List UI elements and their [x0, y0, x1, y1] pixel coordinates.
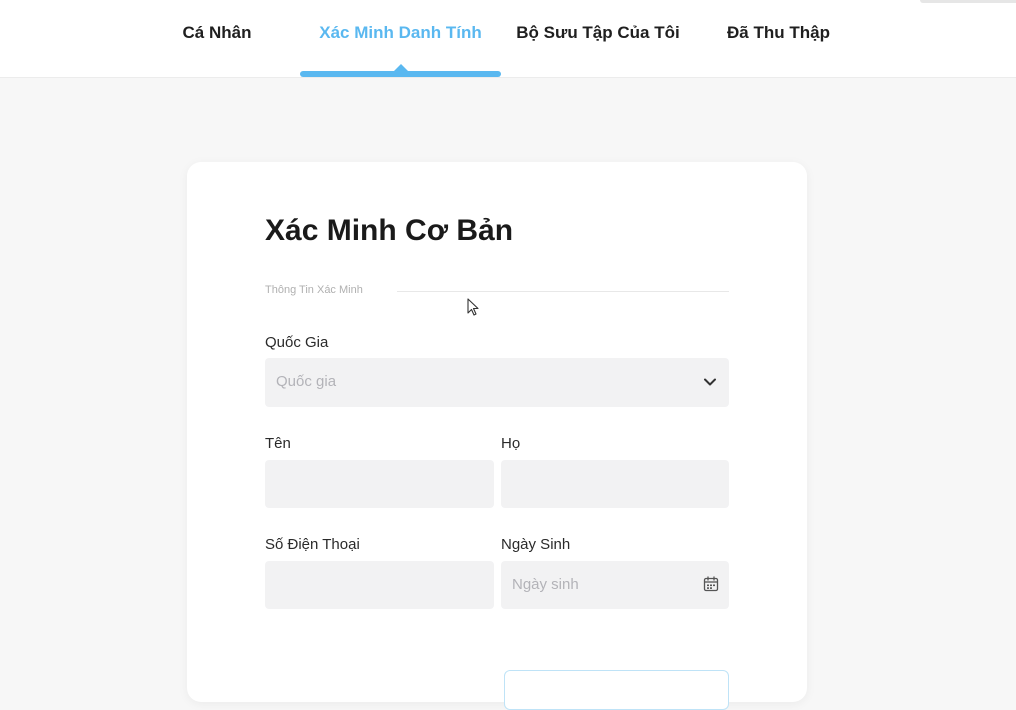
birthday-field[interactable]: Ngày sinh [501, 561, 729, 609]
tab-collected[interactable]: Đã Thu Thập [712, 20, 845, 46]
first-name-field[interactable] [265, 460, 494, 508]
last-name-label: Họ [501, 435, 521, 452]
first-name-label: Tên [265, 435, 291, 452]
phone-field[interactable] [265, 561, 494, 609]
country-label: Quốc Gia [265, 334, 329, 351]
section-label: Thông Tin Xác Minh [265, 284, 363, 296]
birthday-placeholder: Ngày sinh [512, 576, 579, 593]
tab-my-collection[interactable]: Bộ Sưu Tập Của Tôi [508, 20, 688, 46]
chevron-down-icon [704, 378, 716, 386]
topbar-corner-decoration [920, 0, 1016, 3]
country-placeholder: Quốc gia [276, 373, 337, 390]
tab-identity-verification[interactable]: Xác Minh Danh Tính [300, 20, 501, 46]
calendar-icon[interactable] [703, 576, 719, 592]
submit-button[interactable] [504, 670, 729, 710]
verification-card: Xác Minh Cơ Bản Thông Tin Xác Minh Quốc … [187, 162, 807, 710]
active-tab-indicator [300, 71, 501, 77]
form-title: Xác Minh Cơ Bản [265, 214, 514, 247]
active-tab-arrow [394, 64, 408, 71]
birthday-label: Ngày Sinh [501, 536, 571, 553]
top-navigation: Cá Nhân Xác Minh Danh Tính Bộ Sưu Tập Củ… [0, 0, 1016, 78]
last-name-field[interactable] [501, 460, 729, 508]
section-divider [397, 291, 729, 292]
country-select[interactable]: Quốc gia [265, 358, 729, 407]
mouse-cursor-icon [467, 298, 479, 316]
phone-label: Số Điện Thoại [265, 536, 360, 553]
tab-personal[interactable]: Cá Nhân [150, 20, 284, 46]
